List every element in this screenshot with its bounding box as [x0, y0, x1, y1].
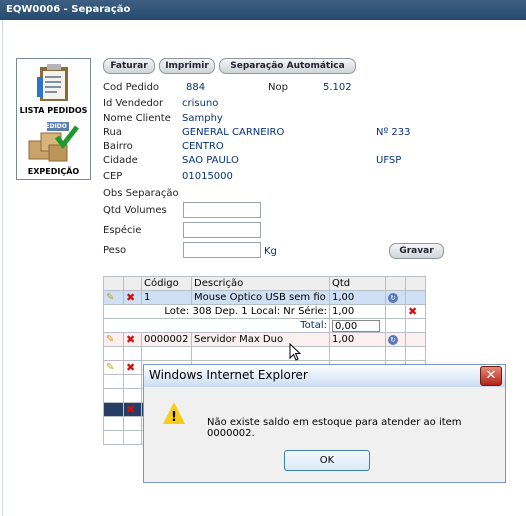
- cod-pedido-label: Cod Pedido: [103, 82, 160, 93]
- item-codigo: 0000002: [141, 332, 192, 347]
- peso-unit: Kg: [264, 246, 277, 257]
- refresh-icon[interactable]: ↻: [385, 290, 406, 305]
- especie-label: Espécie: [103, 225, 142, 236]
- warning-exclamation: !: [171, 410, 177, 425]
- item-descricao: Servidor Max Duo: [191, 332, 330, 347]
- table-header-row: Código Descrição Qtd: [103, 276, 426, 291]
- uf-value: UFSP: [376, 155, 402, 166]
- cell-empty: [405, 318, 426, 333]
- header-blank: [123, 276, 142, 291]
- edit-icon[interactable]: ✎: [103, 290, 124, 305]
- imprimir-button[interactable]: Imprimir: [159, 58, 215, 74]
- cell-empty: [405, 332, 426, 347]
- window-title: EQW0006 - Separação: [0, 0, 526, 20]
- volumes-input[interactable]: [183, 202, 261, 218]
- cliente-value: Samphy: [182, 113, 223, 124]
- edit-icon[interactable]: ✎: [103, 332, 124, 347]
- header-descricao: Descrição: [191, 276, 330, 291]
- peso-label: Peso: [103, 245, 127, 256]
- pedido-tag: PEDIDO: [41, 123, 67, 130]
- numero-value: Nº 233: [376, 127, 411, 138]
- expedicao-label[interactable]: EXPEDIÇÃO: [17, 167, 90, 176]
- faturar-button[interactable]: Faturar: [103, 58, 155, 74]
- nop-label: Nop: [268, 82, 288, 93]
- item-descricao: Mouse Optico USB sem fio: [191, 290, 330, 305]
- dialog-title: Windows Internet Explorer: [149, 368, 308, 382]
- cell-empty: [405, 290, 426, 305]
- lista-pedidos-label[interactable]: LISTA PEDIDOS: [17, 106, 90, 115]
- item-codigo: 1: [141, 290, 192, 305]
- cep-label: CEP: [103, 171, 123, 182]
- total-value[interactable]: 0,00: [332, 319, 380, 332]
- lote-qtd: 1,00: [329, 304, 386, 319]
- edit-icon[interactable]: ✎: [103, 360, 124, 375]
- rua-value: GENERAL CARNEIRO: [182, 127, 285, 138]
- volumes-label: Qtd Volumes: [103, 205, 167, 216]
- lote-row: Lote: 308 Dep. 1 Local: Nr Série: 1,00 ✖: [103, 304, 426, 319]
- cod-pedido-value: 884: [186, 82, 206, 93]
- especie-input[interactable]: [183, 222, 261, 238]
- cep-value: 01015000: [182, 171, 233, 182]
- cliente-label: Nome Cliente: [103, 113, 171, 124]
- vendedor-label: Id Vendedor: [103, 98, 164, 109]
- header-blank: [103, 276, 124, 291]
- total-row: Total: 0,00: [103, 318, 426, 333]
- item-qtd: 1,00: [329, 332, 386, 347]
- clipboard-icon[interactable]: [37, 63, 71, 103]
- close-icon[interactable]: ✕: [480, 366, 502, 386]
- peso-input[interactable]: [183, 242, 261, 258]
- rua-label: Rua: [103, 127, 122, 138]
- delete-lote-icon[interactable]: ✖: [405, 304, 426, 319]
- cidade-label: Cidade: [103, 155, 138, 166]
- cell-empty: [103, 402, 124, 417]
- mouse-cursor-icon: [289, 343, 302, 361]
- ok-button[interactable]: OK: [284, 450, 370, 471]
- lote-label: Lote: 308 Dep. 1 Local: Nr Série:: [103, 304, 330, 319]
- delete-icon[interactable]: ✖: [123, 402, 142, 417]
- obs-label: Obs Separação: [103, 188, 179, 199]
- cell-empty: [385, 318, 406, 333]
- header-qtd: Qtd: [329, 276, 386, 291]
- table-row[interactable]: ✎ ✖ 1 Mouse Optico USB sem fio 1,00 ↻: [103, 290, 426, 305]
- gravar-button[interactable]: Gravar: [389, 243, 444, 259]
- header-codigo: Código: [141, 276, 192, 291]
- dialog-message: Não existe saldo em estoque para atender…: [207, 417, 462, 439]
- total-label: Total:: [103, 318, 330, 333]
- header-blank: [385, 276, 406, 291]
- bairro-label: Bairro: [103, 141, 133, 152]
- nop-value: 5.102: [323, 82, 352, 93]
- cidade-value: SAO PAULO: [182, 155, 239, 166]
- delete-icon[interactable]: ✖: [123, 332, 142, 347]
- cell-empty: [385, 304, 406, 319]
- refresh-icon[interactable]: ↻: [385, 332, 406, 347]
- delete-icon[interactable]: ✖: [123, 290, 142, 305]
- nav-panel: LISTA PEDIDOS PEDIDO EXPEDIÇÃO: [16, 58, 91, 180]
- dialog-titlebar[interactable]: Windows Internet Explorer: [144, 365, 505, 387]
- header-blank: [405, 276, 426, 291]
- table-row: [103, 346, 426, 361]
- separacao-automatica-button[interactable]: Separação Automática: [219, 58, 356, 74]
- left-border: [2, 20, 3, 516]
- vendedor-value: crisuno: [182, 98, 219, 109]
- table-row[interactable]: ✎ ✖ 0000002 Servidor Max Duo 1,00 ↻: [103, 332, 426, 347]
- alert-dialog: Windows Internet Explorer ✕ ! Não existe…: [143, 364, 506, 483]
- delete-icon[interactable]: ✖: [123, 360, 142, 375]
- total-cell: 0,00: [329, 318, 386, 333]
- item-qtd: 1,00: [329, 290, 386, 305]
- bairro-value: CENTRO: [182, 141, 224, 152]
